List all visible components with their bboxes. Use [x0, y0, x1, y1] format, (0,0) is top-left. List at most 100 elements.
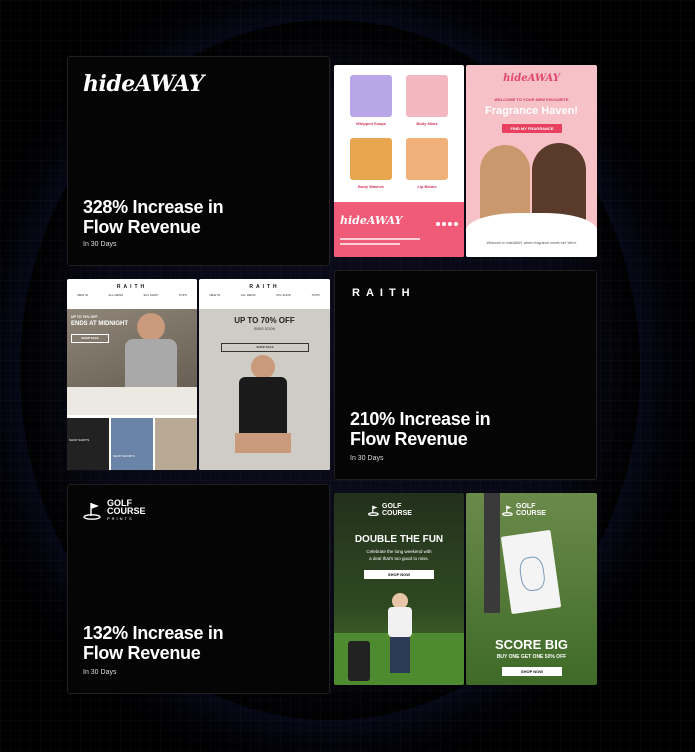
shop-sale-button[interactable]: SHOP SALE	[221, 343, 309, 352]
golf-stat: 132% Increase in Flow Revenue	[83, 623, 283, 663]
hero-photo	[199, 309, 330, 470]
stat-line-2: Flow Revenue	[350, 429, 468, 449]
footer-text-line	[340, 238, 420, 240]
golf-bag	[484, 493, 500, 613]
nav-item[interactable]: TOPS	[312, 293, 320, 297]
product-image	[406, 138, 448, 180]
sale-small-text: UP TO 70% OFF	[71, 315, 98, 319]
nav-item[interactable]: ALL MENS	[108, 293, 123, 297]
promo-headline: DOUBLE THE FUN	[354, 534, 444, 545]
product-tile[interactable]: SHOP SHORTS	[111, 418, 153, 470]
instagram-icon	[442, 222, 446, 226]
shop-now-button[interactable]: SHOP NOW	[502, 667, 562, 676]
logo-text: COURSE	[107, 506, 146, 516]
product-label: SHOP SHIRTS	[69, 438, 90, 442]
nav-item[interactable]: NEW IN	[209, 293, 220, 297]
raith-email-preview-1: RAITH NEW IN ALL MENS 90's SHOP TOPS UP …	[67, 279, 197, 470]
social-icons	[436, 222, 458, 226]
product-tile[interactable]: SHOP SHIRTS	[67, 418, 109, 470]
body-text: Welcome to hideAWAY, where fragrance mee…	[486, 241, 577, 245]
logo-text: GOLF	[382, 503, 402, 510]
hideaway-email-preview-2: hideAWAY WELCOME TO YOUR NEW FAVOURITE F…	[466, 65, 597, 257]
model-legs	[235, 433, 291, 453]
model-head	[137, 313, 165, 341]
sale-headline: ENDS AT MIDNIGHT	[71, 321, 128, 327]
raith-logo: RAITH	[249, 284, 280, 290]
model-head	[251, 355, 275, 379]
golf-email-preview-2: GOLF COURSE SCORE BIG BUY ONE GET ONE 50%…	[466, 493, 597, 685]
product-label: Body Mists	[416, 121, 438, 126]
wave-divider	[466, 213, 597, 257]
course-print	[518, 555, 547, 593]
golf-stat-period: In 30 Days	[83, 669, 117, 676]
hideaway-stat: 328% Increase in Flow Revenue	[83, 197, 283, 237]
product-label: SHOP SHORTS	[113, 454, 135, 458]
find-fragrance-button[interactable]: FIND MY FRAGRANCE	[502, 124, 562, 133]
product-label: Lip Balms	[417, 184, 437, 189]
golf-logo: GOLF COURSE	[502, 503, 546, 517]
nav-item[interactable]: NEW IN	[77, 293, 88, 297]
logo-text: PRINTS	[107, 516, 134, 521]
hideaway-logo: hideAWAY	[83, 71, 204, 97]
nav-item[interactable]: TOPS	[179, 293, 187, 297]
hideaway-stat-period: In 30 Days	[83, 241, 117, 248]
sale-small-text: ENDS SOON	[253, 327, 275, 331]
promo-body: a deal that's too good to miss.	[369, 556, 429, 561]
golfer-legs	[390, 637, 410, 673]
footer-logo: hideAWAY	[340, 214, 403, 227]
logo-text: COURSE	[382, 510, 412, 517]
sale-headline: UP TO 70% OFF	[234, 316, 295, 325]
headline: Fragrance Haven!	[485, 105, 578, 117]
promo-body: BUY ONE GET ONE 50% OFF	[496, 654, 567, 660]
tiktok-icon	[448, 222, 452, 226]
golf-course-prints-logo: GOLF COURSE PRINTS	[83, 499, 146, 523]
pinterest-icon	[454, 222, 458, 226]
product-image	[406, 75, 448, 117]
raith-logo: RAITH	[352, 287, 416, 299]
golfer-body	[388, 607, 412, 637]
raith-stat-period: In 30 Days	[350, 455, 384, 462]
raith-stat: 210% Increase in Flow Revenue	[350, 409, 550, 449]
product-image	[350, 138, 392, 180]
stat-line-1: 210% Increase in	[350, 409, 491, 429]
raith-nav: NEW IN ALL MENS 90's SHOP TOPS	[199, 293, 330, 297]
stat-line-2: Flow Revenue	[83, 217, 201, 237]
product-image	[350, 75, 392, 117]
hideaway-email-preview-1: Whipped Soaps Body Mists Body Washes Lip…	[334, 65, 464, 257]
logo-text: GOLF	[516, 503, 536, 510]
golf-bag	[348, 641, 370, 681]
footer-text-line	[340, 243, 400, 245]
model-shirt	[125, 339, 177, 387]
stat-line-1: 328% Increase in	[83, 197, 224, 217]
nav-item[interactable]: 90's SHOP	[276, 293, 291, 297]
hideaway-logo: hideAWAY	[503, 73, 560, 84]
promo-headline: SCORE BIG	[495, 637, 568, 652]
golf-logo: GOLF COURSE	[368, 503, 412, 517]
golf-flag-icon	[502, 505, 513, 516]
product-grid: SHOP SHIRTS SHOP SHORTS	[67, 418, 197, 470]
logo-text: COURSE	[516, 510, 546, 517]
raith-nav: NEW IN ALL MENS 90's SHOP TOPS	[67, 293, 197, 297]
golf-email-preview-1: GOLF COURSE DOUBLE THE FUN Celebrate the …	[334, 493, 464, 685]
model-shirt	[239, 377, 287, 433]
shop-sale-button[interactable]: SHOP SALE	[71, 334, 109, 343]
golf-flag-icon	[83, 503, 101, 520]
sofa	[67, 387, 197, 415]
facebook-icon	[436, 222, 440, 226]
welcome-text: WELCOME TO YOUR NEW FAVOURITE	[494, 97, 569, 102]
stat-line-1: 132% Increase in	[83, 623, 224, 643]
product-tile[interactable]	[155, 418, 197, 470]
raith-stat-card: RAITH 210% Increase in Flow Revenue In 3…	[334, 270, 597, 480]
email-footer: hideAWAY	[334, 202, 464, 257]
hideaway-stat-card: hideAWAY 328% Increase in Flow Revenue I…	[67, 56, 330, 266]
nav-item[interactable]: ALL MENS	[241, 293, 256, 297]
nav-item[interactable]: 90's SHOP	[144, 293, 159, 297]
raith-logo: RAITH	[116, 284, 148, 290]
golf-flag-icon	[368, 505, 379, 516]
shop-now-button[interactable]: SHOP NOW	[364, 570, 434, 579]
stat-line-2: Flow Revenue	[83, 643, 201, 663]
raith-email-preview-2: RAITH NEW IN ALL MENS 90's SHOP TOPS UP …	[199, 279, 330, 470]
golf-stat-card: GOLF COURSE PRINTS 132% Increase in Flow…	[67, 484, 330, 694]
promo-body: Celebrate the long weekend with	[366, 549, 432, 554]
golf-towel	[500, 529, 562, 615]
